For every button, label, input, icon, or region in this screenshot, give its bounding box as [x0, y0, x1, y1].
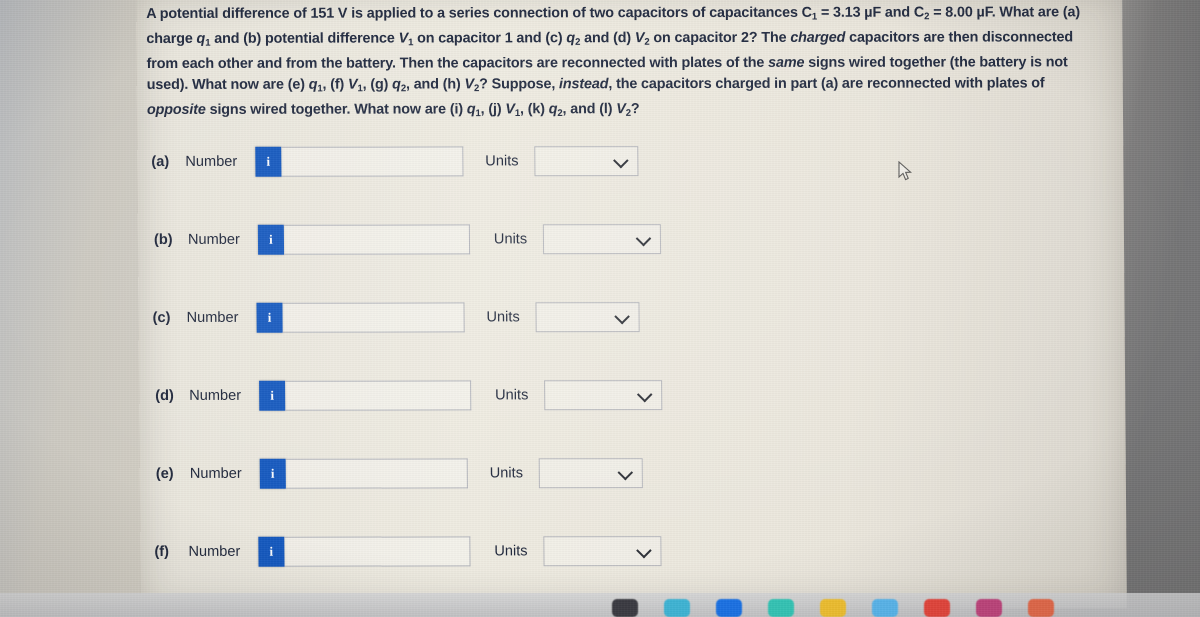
answer-row-c: (c) Number i Units: [152, 302, 640, 333]
units-label-f: Units: [494, 543, 528, 560]
app-icon-dark[interactable]: [612, 599, 638, 617]
answer-row-f: (f) Number i Units: [154, 536, 662, 567]
units-label-c: Units: [486, 309, 520, 326]
app-icon-cyan[interactable]: [664, 599, 690, 617]
info-icon[interactable]: i: [256, 302, 283, 333]
app-icon-blue[interactable]: [716, 599, 742, 617]
number-label-f: Number: [188, 543, 241, 560]
info-icon[interactable]: i: [258, 536, 285, 567]
info-icon[interactable]: i: [259, 458, 286, 489]
chevron-down-icon: [617, 464, 634, 481]
units-select-b[interactable]: [543, 224, 662, 255]
number-label-c: Number: [186, 309, 239, 326]
app-icon-red[interactable]: [924, 599, 950, 617]
number-input-b[interactable]: [283, 224, 470, 255]
info-icon[interactable]: i: [258, 380, 286, 411]
app-icon-yellow[interactable]: [820, 599, 846, 617]
answer-label-a: (a): [151, 153, 170, 170]
app-icon-orange[interactable]: [1028, 599, 1054, 617]
info-icon[interactable]: i: [255, 146, 282, 177]
chevron-down-icon: [613, 152, 629, 169]
app-icon-multicolor[interactable]: [976, 599, 1002, 617]
number-input-c[interactable]: [282, 302, 465, 333]
answer-label-c: (c): [152, 309, 171, 326]
units-label-d: Units: [495, 387, 529, 404]
number-input-f[interactable]: [284, 536, 471, 567]
answer-label-b: (b): [153, 231, 173, 248]
units-select-a[interactable]: [534, 146, 639, 177]
problem-page: A potential difference of 151 V is appli…: [136, 0, 1127, 610]
number-input-d[interactable]: [284, 380, 472, 411]
number-input-e[interactable]: [285, 458, 468, 489]
chevron-down-icon: [636, 542, 652, 559]
units-select-c[interactable]: [535, 302, 640, 333]
app-icon-lightblue[interactable]: [872, 599, 898, 617]
units-label-b: Units: [493, 231, 528, 248]
answer-label-f: (f): [154, 543, 170, 560]
units-label-a: Units: [485, 153, 519, 170]
answer-label-d: (d): [155, 387, 174, 404]
problem-statement: A potential difference of 151 V is appli…: [146, 4, 1081, 119]
answer-row-a: (a) Number i Units: [151, 146, 639, 177]
answer-row-e: (e) Number i Units: [155, 458, 644, 489]
taskbar: [0, 593, 1200, 617]
number-label-e: Number: [189, 465, 242, 482]
answer-row-b: (b) Number i Units: [153, 224, 662, 255]
units-select-f[interactable]: [543, 536, 662, 567]
chevron-down-icon: [614, 308, 631, 325]
units-select-d[interactable]: [544, 380, 663, 411]
chevron-down-icon: [637, 386, 653, 403]
app-icon-teal[interactable]: [768, 599, 794, 617]
number-label-b: Number: [187, 231, 240, 248]
info-icon[interactable]: i: [257, 224, 284, 255]
number-label-a: Number: [185, 153, 238, 170]
units-select-e[interactable]: [538, 458, 644, 489]
answer-row-d: (d) Number i Units: [155, 380, 663, 411]
number-input-a[interactable]: [281, 146, 464, 177]
units-label-e: Units: [489, 465, 524, 482]
chevron-down-icon: [635, 230, 652, 247]
number-label-d: Number: [189, 387, 242, 404]
answer-label-e: (e): [155, 465, 174, 482]
